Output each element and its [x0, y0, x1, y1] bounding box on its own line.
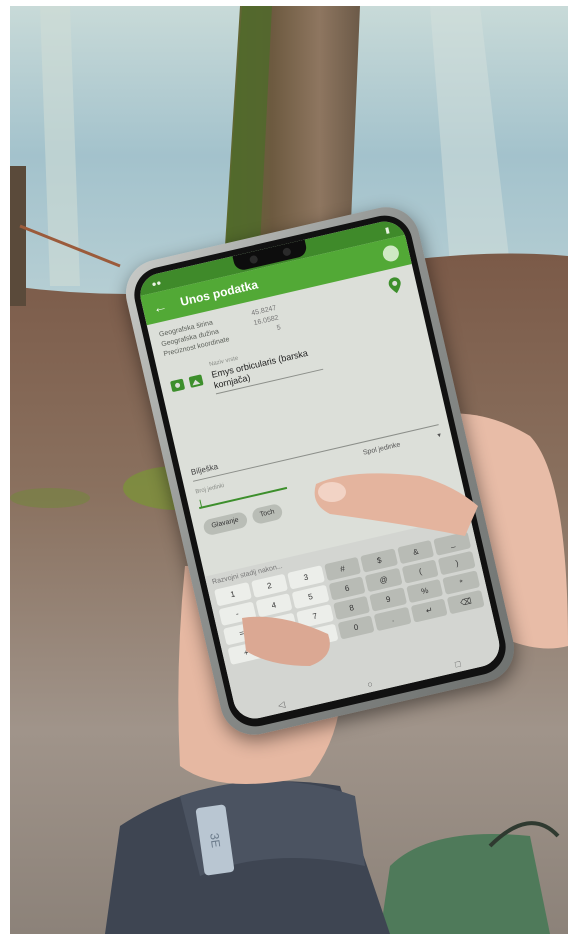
keyboard-key[interactable]: . [373, 606, 412, 632]
photo-scene: 3E ●● ▮ ← Unos podatka Geografska širina [10, 6, 568, 934]
status-icons-left: ●● [150, 277, 163, 289]
arrow-left-icon[interactable]: ← [151, 297, 168, 316]
keyboard-key[interactable]: ⌫ [447, 589, 485, 615]
keyboard-key[interactable]: < [264, 632, 302, 657]
recents-nav-icon[interactable]: □ [454, 658, 462, 670]
note-label: Bilješka [190, 461, 219, 477]
keyboard-key[interactable]: + [227, 640, 266, 665]
camera-icon[interactable] [170, 378, 186, 393]
keyboard-key[interactable]: , [300, 623, 339, 649]
precision-value: 5 [276, 324, 282, 332]
count-label: Broj jedinki [194, 482, 225, 496]
media-icons [170, 374, 204, 393]
keyboard-key[interactable]: ↵ [410, 598, 449, 623]
text-cursor [199, 499, 203, 508]
location-pin-icon[interactable] [384, 275, 406, 297]
back-nav-icon[interactable]: ◁ [277, 699, 286, 711]
chip-1[interactable]: Glavanje [202, 510, 249, 537]
status-icons-right: ▮ [384, 224, 391, 235]
sleeve-badge-text: 3E [207, 832, 223, 848]
chip-2[interactable]: Toch [250, 502, 285, 526]
home-nav-icon[interactable]: ○ [366, 679, 374, 691]
left-tree-trunk [10, 166, 26, 306]
keyboard-key[interactable]: 0 [337, 615, 375, 640]
sex-label: Spol jedinke [362, 441, 402, 457]
moss-patch [10, 488, 90, 508]
chevron-down-icon: ▾ [436, 431, 442, 440]
gallery-icon[interactable] [188, 374, 204, 388]
